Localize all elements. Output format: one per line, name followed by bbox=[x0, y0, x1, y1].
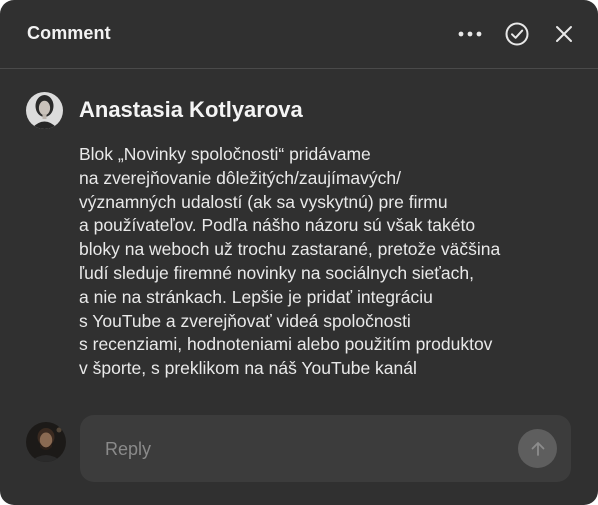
more-horizontal-icon bbox=[458, 31, 482, 37]
comment-line: Blok „Novinky spoločnosti“ pridávame bbox=[79, 144, 371, 164]
panel-title: Comment bbox=[27, 23, 111, 43]
check-circle-icon bbox=[505, 22, 529, 46]
reply-input[interactable] bbox=[105, 435, 505, 463]
author-avatar bbox=[26, 92, 63, 129]
comment-line: a nie na stránkach. Lepšie je pridať int… bbox=[79, 286, 433, 307]
comment-line: s YouTube a zverejňovať videá spoločnost… bbox=[79, 310, 411, 331]
comment-text: Blok „Novinky spoločnosti“ pridávame na … bbox=[79, 143, 569, 381]
comment-author: Anastasia Kotlyarova bbox=[79, 97, 303, 122]
comment-header: Comment bbox=[0, 0, 598, 69]
comment-line: s recenziami, hodnoteniami alebo použití… bbox=[79, 334, 493, 355]
comment-panel: Comment Anastasia Kotlyarova Blok „Novin… bbox=[0, 0, 598, 505]
comment-line: a používateľov. Podľa nášho názoru sú vš… bbox=[79, 215, 476, 236]
close-button[interactable] bbox=[550, 20, 578, 48]
more-options-button[interactable] bbox=[456, 20, 484, 48]
comment-line: v športe, s preklikom na náš YouTube kan… bbox=[79, 358, 417, 379]
reply-composer bbox=[80, 415, 571, 482]
comment-line: na zverejňovanie dôležitých/zaujímavých/ bbox=[79, 167, 401, 188]
comment-line: ľudí sleduje firemné novinky na sociálny… bbox=[79, 262, 474, 283]
close-icon bbox=[556, 26, 572, 42]
send-reply-button[interactable] bbox=[518, 429, 557, 468]
current-user-avatar bbox=[26, 422, 66, 462]
arrow-up-icon bbox=[531, 441, 544, 456]
resolve-button[interactable] bbox=[503, 20, 531, 48]
comment-line: bloky na weboch už trochu zastarané, pre… bbox=[79, 239, 501, 260]
comment-line: významných udalostí (ak sa vyskytnú) pre… bbox=[79, 191, 448, 212]
